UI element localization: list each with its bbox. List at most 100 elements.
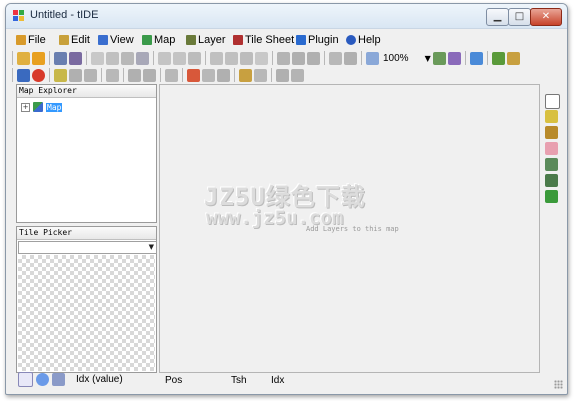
new-map-icon[interactable] (17, 51, 30, 65)
tiles-icon[interactable] (506, 51, 520, 65)
undo-icon[interactable] (158, 51, 171, 65)
menu-help-label: Help (358, 33, 381, 46)
chevron-down-icon[interactable]: ▼ (149, 243, 154, 251)
print-icon[interactable] (121, 51, 134, 65)
tile-refresh-icon[interactable] (217, 68, 230, 82)
page-icon[interactable] (91, 51, 104, 65)
menu-plugin-label: Plugin (308, 33, 339, 46)
menu-tile-sheet[interactable]: Tile Sheet (233, 32, 294, 47)
status-pos: Pos (165, 375, 183, 386)
maximize-button[interactable]: □ (508, 8, 531, 26)
zoom-in-icon[interactable] (432, 51, 446, 65)
tilesheet-select[interactable]: ▼ (18, 241, 157, 254)
tree-expand-icon[interactable]: + (21, 102, 30, 112)
print-preview-icon[interactable] (106, 51, 119, 65)
clock-icon[interactable] (36, 372, 49, 386)
map-properties-icon[interactable] (17, 68, 30, 82)
tile-picker-grid[interactable] (18, 255, 155, 371)
layer-remove-icon[interactable] (84, 68, 97, 82)
app-window: Untitled - tIDE ▁ □ ✕ File Edit View Map… (5, 3, 568, 395)
copy-icon[interactable] (225, 51, 238, 65)
layers-stack-icon[interactable] (491, 51, 505, 65)
map-node-icon (33, 102, 43, 112)
save-as-icon[interactable] (69, 51, 82, 65)
menu-bar: File Edit View Map Layer Tile Sheet Plug… (6, 30, 567, 48)
tile-props-icon[interactable] (202, 68, 215, 82)
layer-dup-icon[interactable] (69, 68, 82, 82)
redo-icon[interactable] (173, 51, 186, 65)
map-tree-root[interactable]: + Map (21, 102, 63, 112)
layer-down-icon[interactable] (307, 51, 320, 65)
window-icon[interactable] (469, 51, 483, 65)
toolbar-separator (205, 51, 206, 65)
auto-tile-icon[interactable] (291, 68, 304, 82)
zoom-value[interactable]: 100% (383, 53, 409, 64)
tilesheet-props-icon[interactable] (329, 51, 342, 65)
fill-icon[interactable] (545, 174, 558, 187)
sort-order-icon[interactable] (18, 371, 33, 387)
plugin-config-icon[interactable] (254, 68, 267, 82)
map-statistics-icon[interactable] (32, 68, 45, 82)
title-bar: Untitled - tIDE ▁ □ ✕ (6, 4, 567, 29)
menu-layer[interactable]: Layer (186, 32, 226, 47)
toolbar-separator (324, 51, 325, 65)
close-button[interactable]: ✕ (530, 8, 562, 26)
delete-icon[interactable] (255, 51, 268, 65)
block-icon[interactable] (545, 126, 558, 139)
menu-view-label: View (110, 33, 134, 46)
menu-file-label: File (28, 33, 46, 46)
app-logo-icon (13, 10, 24, 21)
dropper-icon[interactable] (545, 158, 558, 171)
menu-map-label: Map (154, 33, 176, 46)
layer-props-icon[interactable] (277, 51, 290, 65)
zoom-icon (366, 51, 379, 65)
tile-index-label: Idx (value) (76, 373, 123, 385)
menu-help[interactable]: Help (346, 32, 381, 47)
tile-palette-icon[interactable] (187, 68, 200, 82)
map-node-label[interactable]: Map (46, 102, 63, 112)
animation-icon[interactable] (276, 68, 289, 82)
open-folder-icon[interactable] (32, 51, 45, 65)
map-explorer-title: Map Explorer (17, 85, 156, 98)
tilesheet-add-icon[interactable] (165, 68, 178, 82)
toolbar-separator (12, 68, 13, 82)
select-icon[interactable] (545, 110, 558, 123)
toolbar-separator (123, 68, 124, 82)
zoom-dropdown-arrow-icon[interactable]: ▼ (425, 54, 431, 63)
resize-grip[interactable] (554, 380, 563, 389)
send-backward-icon[interactable] (143, 68, 156, 82)
tile-picker-title: Tile Picker (17, 227, 156, 240)
zoom-out-icon[interactable] (447, 51, 461, 65)
layer-visibility-icon[interactable] (106, 68, 119, 82)
tile-brush-icon[interactable] (545, 190, 558, 203)
menu-file[interactable]: File (16, 32, 46, 47)
view-icon (98, 34, 108, 45)
menu-map[interactable]: Map (142, 32, 175, 47)
eraser-icon[interactable] (545, 142, 558, 155)
plugin-run-icon[interactable] (239, 68, 252, 82)
bring-forward-icon[interactable] (128, 68, 141, 82)
chart-icon[interactable] (52, 372, 65, 386)
menu-edit[interactable]: Edit (59, 32, 90, 47)
menu-view[interactable]: View (98, 32, 134, 47)
add-layer-icon[interactable] (54, 68, 67, 82)
main-toolbar: 100% ▼ (10, 50, 555, 66)
tilesheet-remove-icon[interactable] (344, 51, 357, 65)
secondary-toolbar (10, 67, 555, 83)
plugin-icon (296, 34, 306, 45)
minimize-button[interactable]: ▁ (486, 8, 509, 26)
layer-up-icon[interactable] (292, 51, 305, 65)
menu-plugin[interactable]: Plugin (296, 32, 339, 47)
toolbar-separator (49, 51, 50, 65)
grid-icon[interactable] (136, 51, 149, 65)
menu-edit-label: Edit (71, 33, 90, 46)
history-icon[interactable] (188, 51, 201, 65)
save-icon[interactable] (54, 51, 67, 65)
paste-icon[interactable] (240, 51, 253, 65)
tile-picker-status: Idx (value) (18, 370, 158, 388)
layer-icon (186, 34, 196, 45)
map-explorer-panel: Map Explorer + Map (16, 84, 157, 223)
cut-icon[interactable] (210, 51, 223, 65)
canvas-hint: Add Layers to this map (306, 225, 399, 233)
pointer-icon[interactable] (545, 94, 560, 109)
